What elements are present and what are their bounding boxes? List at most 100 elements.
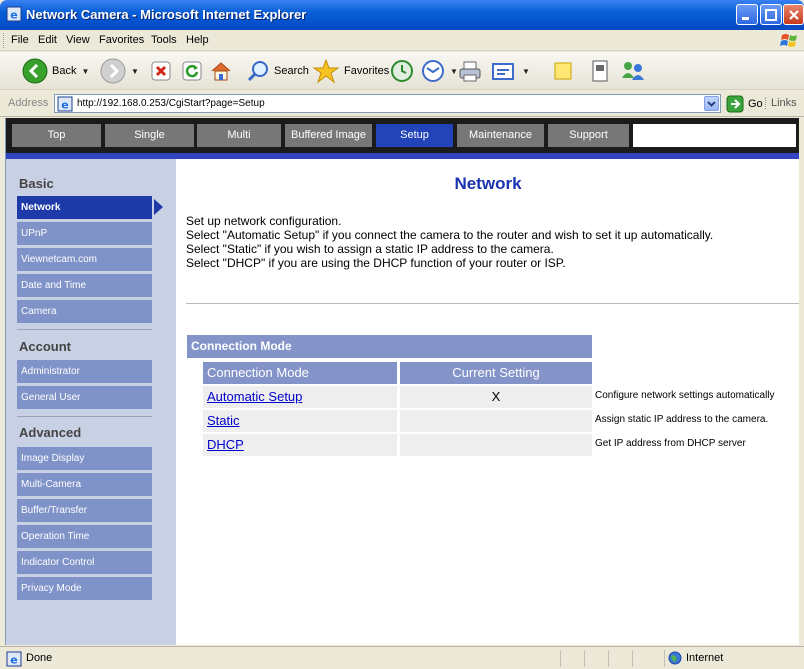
mail-dropdown-icon[interactable]: ▼ (450, 67, 458, 76)
toolbar: Back ▼ ▼ Search Favorites ▼ ▼ (0, 52, 804, 90)
page-done-icon: e (6, 651, 22, 667)
page-title: Network (454, 174, 522, 193)
history-icon (391, 60, 413, 82)
menu-view[interactable]: View (66, 34, 90, 46)
sidebar-divider (17, 416, 152, 417)
research-icon (592, 60, 608, 82)
description-line: Select "Static" if you wish to assign a … (186, 242, 554, 256)
search-icon (247, 61, 268, 82)
research-button[interactable] (590, 56, 610, 86)
tab-setup[interactable]: Setup (376, 124, 453, 147)
tab-multi[interactable]: Multi (197, 124, 281, 147)
menu-favorites[interactable]: Favorites (99, 34, 144, 46)
tab-support[interactable]: Support (548, 124, 629, 147)
row-note: Get IP address from DHCP server (595, 438, 746, 449)
links-button[interactable]: Links (765, 97, 797, 109)
status-divider (584, 650, 585, 667)
sidebar-item-operation-time[interactable]: Operation Time (17, 525, 152, 548)
messenger-icon (622, 62, 644, 80)
forward-button[interactable]: ▼ (100, 56, 139, 86)
go-button[interactable]: Go (726, 95, 763, 113)
column-header-current: Current Setting (400, 362, 592, 384)
tab-maintenance[interactable]: Maintenance (457, 124, 544, 147)
sidebar-item-multi-camera[interactable]: Multi-Camera (17, 473, 152, 496)
table-row-current (400, 434, 592, 456)
edit-icon (492, 63, 514, 80)
back-label: Back (52, 65, 77, 77)
menu-edit[interactable]: Edit (38, 34, 57, 46)
sidebar-item-privacy-mode[interactable]: Privacy Mode (17, 577, 152, 600)
back-button[interactable]: Back ▼ (22, 56, 89, 86)
maximize-button[interactable] (760, 4, 782, 25)
window-title-bar[interactable]: e Network Camera - Microsoft Internet Ex… (0, 0, 804, 30)
sidebar-heading-advanced: Advanced (19, 425, 82, 440)
search-button[interactable]: Search (246, 56, 309, 86)
history-button[interactable] (390, 56, 414, 86)
automatic-setup-link[interactable]: Automatic Setup (207, 389, 302, 404)
address-dropdown-button[interactable] (704, 96, 719, 111)
sidebar-item-date-time[interactable]: Date and Time (17, 274, 152, 297)
sidebar-item-upnp[interactable]: UPnP (17, 222, 152, 245)
menu-tools[interactable]: Tools (151, 34, 177, 46)
sidebar-item-indicator-control[interactable]: Indicator Control (17, 551, 152, 574)
mail-button[interactable]: ▼ (421, 56, 458, 86)
edit-button[interactable]: ▼ (491, 56, 530, 86)
svg-text:e: e (10, 654, 17, 667)
tab-single[interactable]: Single (105, 124, 194, 147)
status-text: Done (26, 652, 53, 664)
dhcp-link[interactable]: DHCP (207, 437, 244, 452)
back-arrow-icon (22, 58, 48, 84)
globe-icon (668, 651, 682, 665)
refresh-button[interactable] (181, 56, 203, 86)
divider (186, 303, 799, 304)
main-panel: Network Set up network configuration. Se… (176, 159, 799, 645)
address-url: http://192.168.0.253/CgiStart?page=Setup (77, 98, 265, 109)
status-divider (664, 650, 665, 667)
minimize-button[interactable] (736, 4, 758, 25)
status-divider (632, 650, 633, 667)
menu-file[interactable]: File (11, 34, 29, 46)
back-dropdown-icon[interactable]: ▼ (81, 67, 89, 76)
description: Set up network configuration. Select "Au… (186, 214, 796, 270)
static-link[interactable]: Static (207, 413, 240, 428)
stop-button[interactable] (150, 56, 172, 86)
favorites-button[interactable]: Favorites (312, 56, 389, 86)
status-bar: e Done Internet (0, 646, 804, 669)
discuss-button[interactable] (552, 56, 574, 86)
menu-help[interactable]: Help (186, 34, 209, 46)
forward-arrow-icon (100, 58, 126, 84)
refresh-icon (182, 61, 202, 81)
windows-logo-icon (780, 34, 797, 47)
home-button[interactable] (209, 56, 233, 86)
messenger-button[interactable] (619, 56, 647, 86)
sidebar-item-image-display[interactable]: Image Display (17, 447, 152, 470)
row-note: Assign static IP address to the camera. (595, 414, 769, 425)
security-zone[interactable]: Internet (668, 651, 723, 665)
description-line: Select "Automatic Setup" if you connect … (186, 228, 714, 242)
sidebar-heading-account: Account (19, 339, 71, 354)
table-row-current (400, 410, 592, 432)
sidebar-item-general-user[interactable]: General User (17, 386, 152, 409)
tab-buffered-image[interactable]: Buffered Image (285, 124, 372, 147)
tab-top[interactable]: Top (12, 124, 101, 147)
sidebar-item-viewnetcam[interactable]: Viewnetcam.com (17, 248, 152, 271)
edit-dropdown-icon[interactable]: ▼ (522, 67, 530, 76)
sidebar-item-buffer-transfer[interactable]: Buffer/Transfer (17, 499, 152, 522)
svg-text:e: e (10, 9, 17, 22)
page-icon: e (57, 96, 73, 112)
address-input[interactable]: e http://192.168.0.253/CgiStart?page=Set… (54, 94, 721, 113)
close-button[interactable] (783, 4, 804, 25)
sidebar-item-administrator[interactable]: Administrator (17, 360, 152, 383)
sidebar: Basic Network UPnP Viewnetcam.com Date a… (6, 159, 176, 645)
minimize-icon (742, 17, 749, 20)
column-header-mode: Connection Mode (203, 362, 397, 384)
sidebar-item-network[interactable]: Network (17, 196, 152, 219)
forward-dropdown-icon[interactable]: ▼ (131, 67, 139, 76)
print-button[interactable] (458, 56, 482, 86)
status-divider (560, 650, 561, 667)
active-arrow-icon (154, 199, 163, 215)
sidebar-divider (17, 329, 152, 330)
mail-icon (422, 60, 444, 82)
sidebar-heading-basic: Basic (19, 176, 54, 191)
sidebar-item-camera[interactable]: Camera (17, 300, 152, 323)
